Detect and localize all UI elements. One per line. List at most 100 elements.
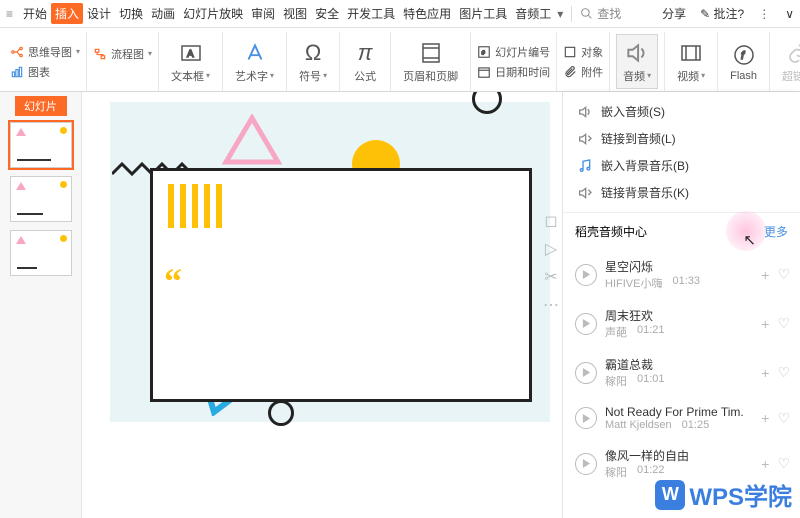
tab-design[interactable]: 设计 [83,3,115,24]
tab-animation[interactable]: 动画 [147,3,179,24]
link-bgm-item[interactable]: 链接背景音乐(K) [563,179,800,206]
textbox-button[interactable]: A 文本框▾ [165,34,216,89]
audio-center-header: 稻壳音频中心 更多 ↖ [563,213,800,250]
object-button[interactable]: 对象 [563,44,603,60]
track-duration: 01:25 [682,419,710,431]
tab-slideshow[interactable]: 幻灯片放映 [179,3,247,24]
add-track-button[interactable]: + [761,456,769,472]
embed-audio-item[interactable]: 嵌入音频(S) [563,98,800,125]
tab-view[interactable]: 视图 [279,3,311,24]
search-box[interactable]: 查找 [580,5,621,22]
slide-panel-title: 幻灯片 [15,96,67,116]
add-track-button[interactable]: + [761,410,769,426]
slide-thumb-3[interactable] [10,230,72,276]
number-icon: # [477,45,491,59]
track-row[interactable]: 像风一样的自由稼阳01:22+♡ [563,439,800,488]
tab-audiotools[interactable]: 音频工 [511,3,555,24]
pink-outline-triangle [222,114,282,166]
favorite-button[interactable]: ♡ [777,364,790,381]
search-label: 查找 [597,5,621,22]
hyperlink-button[interactable]: 超链接 [776,34,800,89]
play-button[interactable] [575,264,597,286]
slide-canvas[interactable]: “ ◻ ▷ ✂ ⋯ [82,92,562,518]
svg-text:f: f [741,50,745,62]
flowchart-icon [93,47,107,61]
tab-transition[interactable]: 切换 [115,3,147,24]
share-button[interactable]: 分享 [658,3,690,24]
track-actions: +♡ [761,455,790,472]
tool-1[interactable]: ◻ [542,212,560,230]
flash-button[interactable]: f Flash [724,34,763,89]
tab-security[interactable]: 安全 [311,3,343,24]
track-title: 周末狂欢 [605,307,753,324]
slide-thumb-1[interactable] [10,122,72,168]
speaker-link-icon [577,131,593,147]
slide-thumb-2[interactable] [10,176,72,222]
track-row[interactable]: Not Ready For Prime Tim.Matt Kjeldsen01:… [563,397,800,439]
play-button[interactable] [575,362,597,384]
symbol-button[interactable]: Ω 符号▾ [293,34,333,89]
play-button[interactable] [575,313,597,335]
more-menu-button[interactable]: ⋮ [754,7,775,21]
track-row[interactable]: 星空闪烁HIFIVE小嗨01:33+♡ [563,250,800,299]
menubar-lead-icon[interactable]: ≡ [6,7,13,21]
datetime-button[interactable]: 日期和时间 [477,64,550,80]
embed-bgm-item[interactable]: 嵌入背景音乐(B) [563,152,800,179]
track-actions: +♡ [761,364,790,381]
cursor-icon: ↖ [743,231,756,249]
tool-2[interactable]: ▷ [542,240,560,258]
play-button[interactable] [575,407,597,429]
add-track-button[interactable]: + [761,365,769,381]
favorite-button[interactable]: ♡ [777,410,790,427]
tab-insert[interactable]: 插入 [51,3,83,24]
tab-devtools[interactable]: 开发工具 [343,3,399,24]
track-artist: Matt Kjeldsen [605,419,672,431]
tab-picturetools[interactable]: 图片工具 [455,3,511,24]
favorite-button[interactable]: ♡ [777,455,790,472]
track-duration: 01:01 [637,373,665,389]
track-artist: HIFIVE小嗨 [605,275,662,291]
yellow-bars-deco [168,184,222,228]
mindmap-icon [10,45,24,59]
slide-number-button[interactable]: #幻灯片编号 [477,44,550,60]
favorite-button[interactable]: ♡ [777,315,790,332]
add-track-button[interactable]: + [761,267,769,283]
track-row[interactable]: 周末狂欢声葩01:21+♡ [563,299,800,348]
tool-4[interactable]: ⋯ [542,296,560,314]
svg-text:#: # [482,50,486,56]
audio-button[interactable]: 音频▾ [616,34,658,89]
tab-review[interactable]: 审阅 [247,3,279,24]
mindmap-button[interactable]: 思维导图▾ [10,44,80,60]
formula-button[interactable]: π 公式 [346,34,384,89]
video-button[interactable]: 视频▾ [671,34,711,89]
tabs-overflow-dropdown[interactable]: ▾ [557,7,563,21]
add-track-button[interactable]: + [761,316,769,332]
tab-start[interactable]: 开始 [19,3,51,24]
film-icon [678,40,704,66]
annotate-button[interactable]: ✎ 批注? [700,5,744,22]
link-audio-item[interactable]: 链接到音频(L) [563,125,800,152]
tool-3[interactable]: ✂ [542,268,560,286]
tab-featured[interactable]: 特色应用 [399,3,455,24]
chart-button[interactable]: 图表 [10,64,80,80]
workarea: 幻灯片 “ ◻ ▷ ✂ ⋯ [0,92,800,518]
track-row[interactable]: 霸道总裁稼阳01:01+♡ [563,348,800,397]
audio-track-list: 星空闪烁HIFIVE小嗨01:33+♡周末狂欢声葩01:21+♡霸道总裁稼阳01… [563,250,800,518]
header-footer-button[interactable]: 页眉和页脚 [397,34,464,89]
speaker-icon [577,104,593,120]
omega-icon: Ω [300,40,326,66]
track-actions: +♡ [761,266,790,283]
audio-center-more-link[interactable]: 更多 [764,223,788,240]
attachment-button[interactable]: 附件 [563,64,603,80]
wordart-button[interactable]: 艺术字▾ [229,34,280,89]
collapse-ribbon-button[interactable]: ∨ [785,7,794,21]
track-info: 星空闪烁HIFIVE小嗨01:33 [605,258,753,291]
speaker-icon [624,40,650,66]
audio-dropdown-panel: 嵌入音频(S) 链接到音频(L) 嵌入背景音乐(B) 链接背景音乐(K) 稻壳音… [562,92,800,518]
play-button[interactable] [575,453,597,475]
svg-text:A: A [187,49,194,60]
favorite-button[interactable]: ♡ [777,266,790,283]
link-icon [786,40,800,66]
calendar-icon [477,65,491,79]
flowchart-button[interactable]: 流程图▾ [93,46,152,62]
